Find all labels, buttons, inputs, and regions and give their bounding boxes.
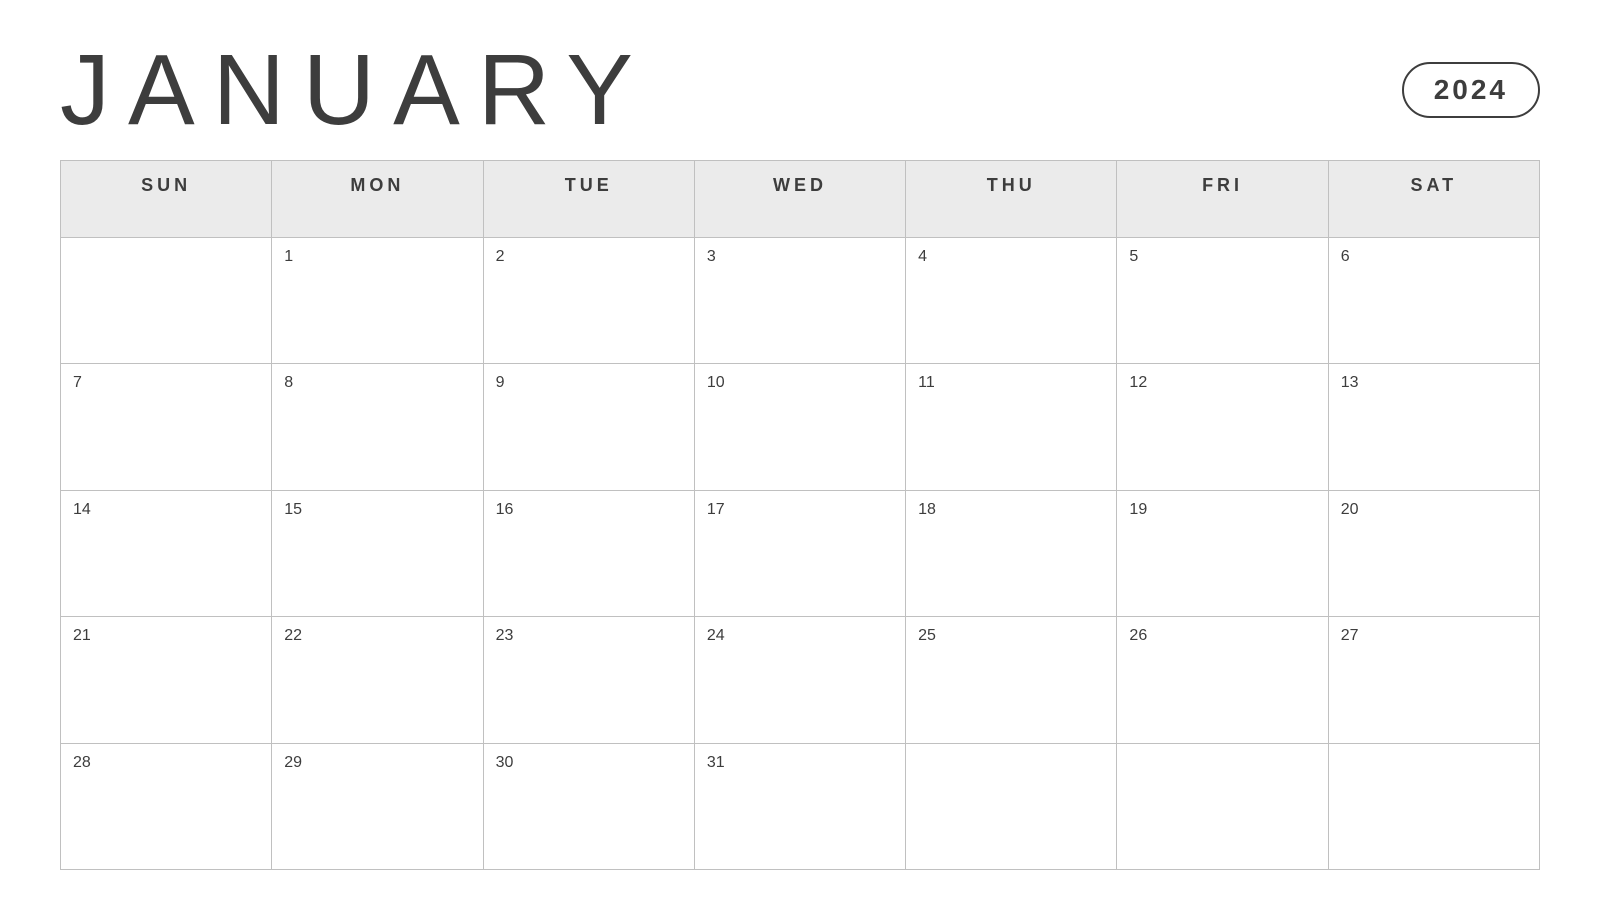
- day-cell-w3-d4[interactable]: 25: [906, 617, 1117, 744]
- day-cell-w2-d6[interactable]: 20: [1329, 491, 1540, 618]
- day-cell-w3-d6[interactable]: 27: [1329, 617, 1540, 744]
- header-wed: WED: [695, 161, 906, 238]
- day-number-19: 19: [1129, 499, 1147, 521]
- header-fri: FRI: [1117, 161, 1328, 238]
- day-cell-w3-d2[interactable]: 23: [484, 617, 695, 744]
- day-cell-w4-d4[interactable]: [906, 744, 1117, 871]
- header-thu: THU: [906, 161, 1117, 238]
- day-cell-w0-d0[interactable]: [61, 238, 272, 365]
- header-tue: TUE: [484, 161, 695, 238]
- header-mon: MON: [272, 161, 483, 238]
- calendar-container: JANUARY 2024 SUNMONTUEWEDTHUFRISAT123456…: [0, 0, 1600, 900]
- day-number-12: 12: [1129, 372, 1147, 394]
- day-cell-w2-d1[interactable]: 15: [272, 491, 483, 618]
- day-cell-w1-d6[interactable]: 13: [1329, 364, 1540, 491]
- day-number-9: 9: [496, 372, 505, 394]
- day-number-17: 17: [707, 499, 725, 521]
- day-cell-w4-d3[interactable]: 31: [695, 744, 906, 871]
- day-number-4: 4: [918, 246, 927, 268]
- day-number-16: 16: [496, 499, 514, 521]
- day-cell-w3-d0[interactable]: 21: [61, 617, 272, 744]
- day-cell-w1-d4[interactable]: 11: [906, 364, 1117, 491]
- day-cell-w4-d2[interactable]: 30: [484, 744, 695, 871]
- day-cell-w1-d3[interactable]: 10: [695, 364, 906, 491]
- day-number-24: 24: [707, 625, 725, 647]
- day-number-28: 28: [73, 752, 91, 774]
- day-cell-w4-d6[interactable]: [1329, 744, 1540, 871]
- header-sun: SUN: [61, 161, 272, 238]
- day-cell-w2-d4[interactable]: 18: [906, 491, 1117, 618]
- day-number-2: 2: [496, 246, 505, 268]
- day-cell-w1-d5[interactable]: 12: [1117, 364, 1328, 491]
- day-number-20: 20: [1341, 499, 1359, 521]
- year-badge: 2024: [1402, 62, 1540, 118]
- day-number-15: 15: [284, 499, 302, 521]
- day-number-5: 5: [1129, 246, 1138, 268]
- day-number-31: 31: [707, 752, 725, 774]
- day-number-1: 1: [284, 246, 293, 268]
- day-number-25: 25: [918, 625, 936, 647]
- day-cell-w1-d0[interactable]: 7: [61, 364, 272, 491]
- day-cell-w0-d3[interactable]: 3: [695, 238, 906, 365]
- day-cell-w2-d3[interactable]: 17: [695, 491, 906, 618]
- day-number-10: 10: [707, 372, 725, 394]
- day-number-3: 3: [707, 246, 716, 268]
- day-number-6: 6: [1341, 246, 1350, 268]
- day-cell-w0-d4[interactable]: 4: [906, 238, 1117, 365]
- day-number-26: 26: [1129, 625, 1147, 647]
- day-cell-w1-d1[interactable]: 8: [272, 364, 483, 491]
- day-number-18: 18: [918, 499, 936, 521]
- day-number-11: 11: [918, 372, 935, 394]
- calendar-grid: SUNMONTUEWEDTHUFRISAT1234567891011121314…: [60, 160, 1540, 870]
- day-number-14: 14: [73, 499, 91, 521]
- day-cell-w0-d2[interactable]: 2: [484, 238, 695, 365]
- day-cell-w0-d6[interactable]: 6: [1329, 238, 1540, 365]
- day-number-7: 7: [73, 372, 82, 394]
- day-cell-w0-d1[interactable]: 1: [272, 238, 483, 365]
- calendar-header: JANUARY 2024: [60, 40, 1540, 140]
- day-number-23: 23: [496, 625, 514, 647]
- day-cell-w4-d5[interactable]: [1117, 744, 1328, 871]
- day-cell-w2-d0[interactable]: 14: [61, 491, 272, 618]
- day-number-13: 13: [1341, 372, 1359, 394]
- day-cell-w0-d5[interactable]: 5: [1117, 238, 1328, 365]
- day-number-29: 29: [284, 752, 302, 774]
- day-cell-w2-d2[interactable]: 16: [484, 491, 695, 618]
- day-number-8: 8: [284, 372, 293, 394]
- day-cell-w3-d1[interactable]: 22: [272, 617, 483, 744]
- day-cell-w1-d2[interactable]: 9: [484, 364, 695, 491]
- day-number-22: 22: [284, 625, 302, 647]
- day-cell-w4-d0[interactable]: 28: [61, 744, 272, 871]
- day-number-21: 21: [73, 625, 91, 647]
- day-cell-w3-d3[interactable]: 24: [695, 617, 906, 744]
- header-sat: SAT: [1329, 161, 1540, 238]
- day-number-30: 30: [496, 752, 514, 774]
- month-title: JANUARY: [60, 40, 651, 140]
- day-cell-w3-d5[interactable]: 26: [1117, 617, 1328, 744]
- day-number-27: 27: [1341, 625, 1359, 647]
- day-cell-w2-d5[interactable]: 19: [1117, 491, 1328, 618]
- day-cell-w4-d1[interactable]: 29: [272, 744, 483, 871]
